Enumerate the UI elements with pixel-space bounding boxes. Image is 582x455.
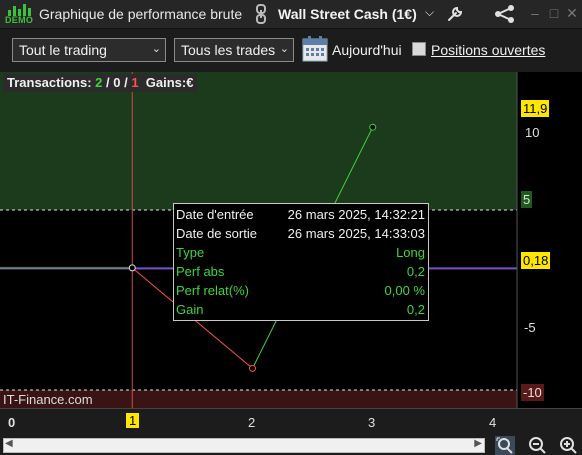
demo-badge: DEMO — [5, 15, 34, 25]
x-tick-label: 2 — [248, 415, 256, 430]
y-badge-current: 0,18 — [521, 252, 551, 269]
x-tick-label: 4 — [489, 415, 497, 430]
close-icon[interactable]: ✕ — [564, 5, 580, 21]
share-icon[interactable] — [494, 4, 516, 24]
maximize-icon[interactable]: □ — [546, 5, 562, 21]
zoom-in-icon[interactable] — [558, 436, 578, 455]
chevron-down-icon[interactable]: ⌵ — [425, 5, 434, 20]
gains-label: Gains: — [145, 75, 187, 90]
gains-currency: € — [186, 75, 194, 90]
trades-filter-select[interactable]: Tous les trades ⌄ — [174, 38, 294, 62]
bottom-bar: ◀ ▶ — [0, 436, 582, 455]
tooltip-row-perf-abs: Perf abs 0,2 — [176, 262, 425, 281]
link-icon[interactable] — [254, 3, 268, 25]
trade-tooltip: Date d'entrée 26 mars 2025, 14:32:21 Dat… — [173, 203, 429, 321]
y-badge-max: 11,9 — [521, 100, 550, 117]
tooltip-row-entry: Date d'entrée 26 mars 2025, 14:32:21 — [176, 205, 425, 224]
window-title: Graphique de performance brute — [39, 6, 243, 22]
trading-filter-select[interactable]: Tout le trading ⌄ — [12, 38, 166, 62]
tooltip-row-perf-rel: Perf relat(%) 0,00 % — [176, 281, 425, 300]
calendar-icon[interactable] — [302, 35, 328, 63]
open-positions-checkbox[interactable] — [412, 42, 426, 56]
instrument-selector[interactable]: Wall Street Cash (1€) — [278, 6, 417, 22]
perf-abs-label: Perf abs — [176, 264, 225, 279]
scroll-right-icon[interactable]: ▶ — [474, 438, 482, 449]
y-tick-label: 10 — [525, 125, 540, 140]
y-tick-label: -5 — [524, 320, 536, 335]
watermark: IT-Finance.com — [3, 392, 93, 407]
tooltip-row-type: Type Long — [176, 243, 425, 262]
type-label: Type — [176, 245, 205, 260]
x-axis: 0 1 2 3 4 — [0, 408, 582, 436]
exit-date-value: 26 mars 2025, 14:33:03 — [287, 226, 425, 241]
tooltip-row-gain: Gain 0,2 — [176, 300, 425, 319]
exit-date-label: Date de sortie — [176, 226, 257, 241]
today-label[interactable]: Aujourd'hui — [332, 42, 402, 58]
data-point — [128, 264, 136, 272]
profit-zone — [0, 72, 517, 210]
x-selected-badge: 1 — [126, 413, 140, 428]
wrench-icon[interactable] — [446, 5, 464, 23]
open-positions-link[interactable]: Positions ouvertes — [431, 42, 545, 58]
zoom-fit-icon[interactable] — [495, 436, 515, 455]
data-point — [369, 123, 377, 131]
type-value: Long — [396, 245, 425, 260]
minimize-icon[interactable]: – — [527, 5, 543, 21]
x-tick-label: 3 — [368, 415, 376, 430]
perf-rel-label: Perf relat(%) — [176, 283, 249, 298]
trading-filter-value: Tout le trading — [19, 42, 107, 58]
x-tick-label: 0 — [8, 415, 16, 430]
zoom-out-icon[interactable] — [527, 436, 547, 455]
gain-label: Gain — [176, 302, 204, 317]
chart-area[interactable]: Transactions: 2 / 0 / 1 Gains:€ Date d'e… — [0, 72, 582, 408]
scroll-left-icon[interactable]: ◀ — [5, 438, 13, 449]
data-point — [249, 364, 256, 372]
entry-date-value: 26 mars 2025, 14:32:21 — [287, 207, 425, 222]
entry-date-label: Date d'entrée — [176, 207, 254, 222]
horizontal-scrollbar[interactable]: ◀ ▶ — [3, 438, 485, 453]
tooltip-row-exit: Date de sortie 26 mars 2025, 14:33:03 — [176, 224, 425, 243]
losses-count: 1 — [131, 75, 139, 90]
chevron-down-icon: ⌄ — [151, 43, 161, 55]
title-bar: DEMO Graphique de performance brute Wall… — [0, 0, 582, 29]
y-badge-upper: 5 — [521, 191, 533, 208]
transactions-label: Transactions: — [7, 75, 92, 90]
perf-rel-value: 0,00 % — [384, 283, 425, 298]
separator: / — [120, 75, 132, 90]
y-badge-lower: -10 — [521, 384, 544, 401]
demo-logo-icon: DEMO — [4, 3, 34, 25]
chevron-down-icon: ⌄ — [279, 43, 289, 55]
separator: / — [102, 75, 114, 90]
perf-abs-value: 0,2 — [406, 264, 425, 279]
transactions-summary: Transactions: 2 / 0 / 1 Gains:€ — [3, 74, 198, 92]
trades-filter-value: Tous les trades — [181, 42, 276, 58]
toolbar: Tout le trading ⌄ Tous les trades ⌄ Aujo… — [0, 30, 582, 72]
gain-value: 0,2 — [406, 302, 425, 317]
